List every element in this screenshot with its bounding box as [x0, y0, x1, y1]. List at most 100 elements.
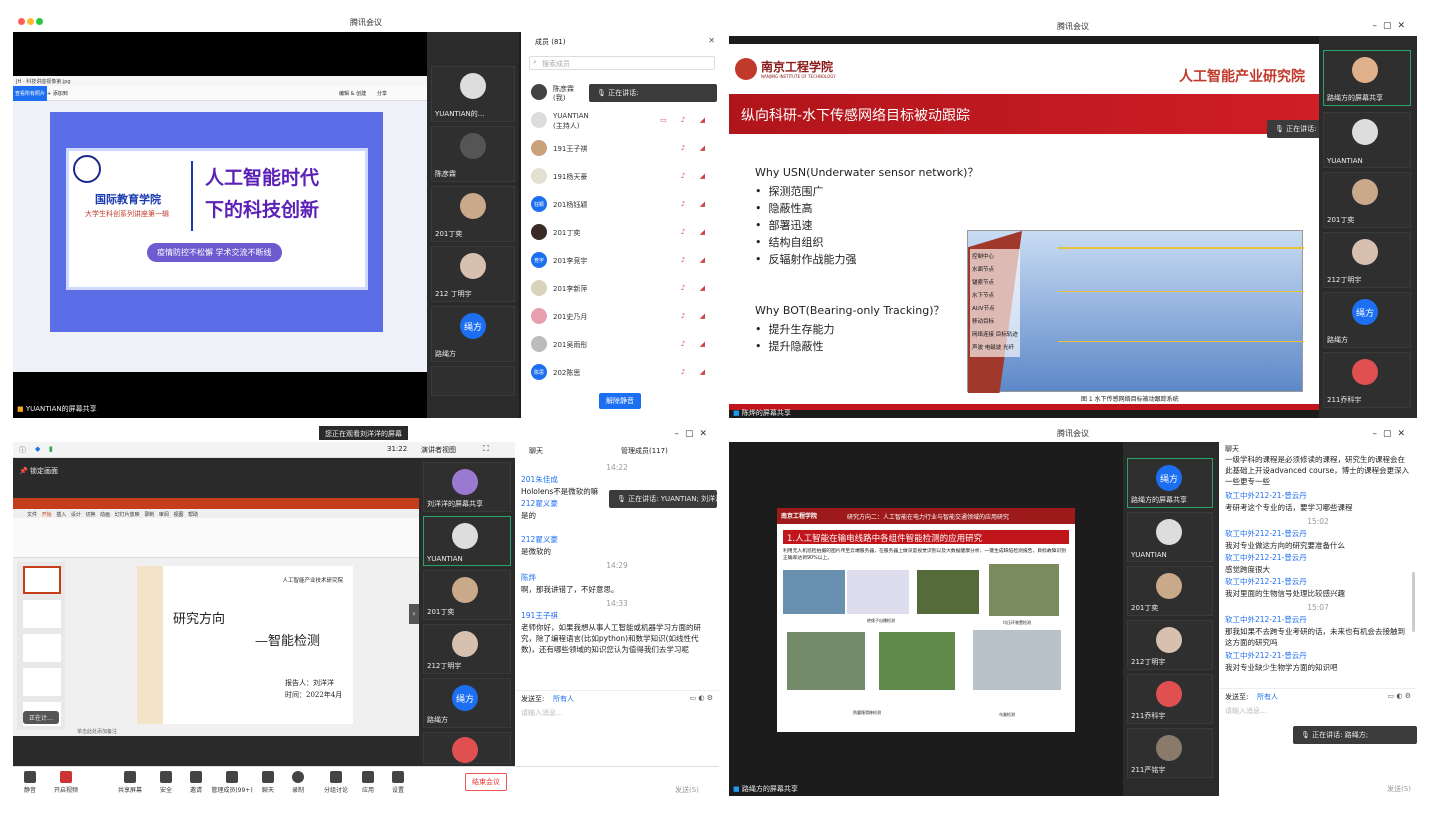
member-row[interactable]: 陈彦霖 (我): [521, 80, 719, 106]
video-tile[interactable]: 绳方 路绳方: [423, 678, 511, 728]
mic-icon[interactable]: ♪ ◢: [681, 284, 711, 292]
video-tile[interactable]: 201丁奕: [1323, 172, 1411, 228]
end-meeting-button[interactable]: 结束会议: [465, 773, 507, 791]
manage-members-button[interactable]: 管理成员(99+): [209, 771, 255, 794]
mic-icon[interactable]: ♪ ◢: [681, 256, 711, 264]
member-row[interactable]: 191杨天豪 ♪ ◢: [521, 164, 719, 190]
members-tab[interactable]: 管理成员(117): [621, 446, 668, 456]
poster-slogan: 疫情防控不松懈 学术交流不断线: [147, 243, 282, 262]
video-tile[interactable]: 211严铭宇: [1127, 728, 1213, 778]
slide-thumb[interactable]: [23, 668, 61, 696]
add-to-button[interactable]: + 添加到: [47, 90, 68, 97]
logo-text: 南京工程学院: [761, 60, 834, 74]
send-button[interactable]: 发送(S): [675, 785, 699, 795]
video-tile[interactable]: 201丁奕: [1127, 566, 1213, 616]
video-tile[interactable]: 212丁明宇: [1127, 620, 1213, 670]
video-tile[interactable]: 212丁明宇: [423, 624, 511, 674]
maximize-icon[interactable]: [36, 18, 43, 25]
mic-icon[interactable]: ♪ ◢: [681, 144, 711, 152]
share-button[interactable]: 分享: [377, 90, 387, 97]
mic-icon[interactable]: ♪ ◢: [681, 172, 711, 180]
chat-button[interactable]: 聊天: [251, 771, 285, 794]
send-target-select[interactable]: 所有人: [553, 694, 574, 704]
mic-icon[interactable]: ♪ ◢: [681, 228, 711, 236]
info-icon[interactable]: ⓘ: [19, 445, 26, 455]
video-tile[interactable]: YUANTIAN: [1323, 112, 1411, 168]
breakout-button[interactable]: 分组讨论: [319, 771, 353, 794]
chat-scrollbar[interactable]: [1412, 572, 1415, 632]
avatar: [531, 224, 547, 240]
video-tile[interactable]: 绳方 路绳方: [1323, 292, 1411, 348]
settings-button[interactable]: 设置: [381, 771, 415, 794]
window-controls[interactable]: –▢✕: [1372, 429, 1411, 439]
video-tile[interactable]: 刘洋洋的屏幕共享: [423, 462, 511, 512]
video-tile[interactable]: 201丁奕: [423, 570, 511, 620]
minimize-icon[interactable]: [27, 18, 34, 25]
video-tile[interactable]: 陈彦霖: [431, 126, 515, 182]
edit-button[interactable]: 编辑 & 创建: [339, 90, 366, 97]
chat-tools-icon[interactable]: ▭ ◐ ⚙: [690, 694, 713, 702]
video-tile[interactable]: YUANTIAN的...: [431, 66, 515, 122]
send-button[interactable]: 发送(S): [1387, 784, 1411, 794]
video-tile[interactable]: 绳方 路绳方的屏幕共享: [1127, 458, 1213, 508]
video-tile[interactable]: YUANTIAN: [1127, 512, 1213, 562]
window-controls[interactable]: –▢✕: [674, 429, 713, 439]
tile-name: 211乔科宇: [1327, 396, 1362, 404]
shield-icon[interactable]: ◆: [35, 445, 40, 453]
member-row[interactable]: 191王子祺 ♪ ◢: [521, 136, 719, 162]
share-screen-button[interactable]: 共享屏幕: [113, 771, 147, 794]
security-button[interactable]: 安全: [149, 771, 183, 794]
ppt-notes[interactable]: 单击此处添加备注: [77, 728, 117, 735]
video-tile[interactable]: 212丁明宇: [1323, 232, 1411, 288]
video-tile[interactable]: 211乔科宇: [1127, 674, 1213, 724]
member-row[interactable]: 陈思 202陈思 ♪ ◢: [521, 360, 719, 386]
member-row[interactable]: 竞宇 201李竞宇 ♪ ◢: [521, 248, 719, 274]
close-icon[interactable]: [18, 18, 25, 25]
unmute-all-button[interactable]: 解除静音: [599, 393, 641, 409]
send-target-select[interactable]: 所有人: [1257, 692, 1278, 702]
signal-icon: ▮: [49, 445, 53, 453]
window-controls[interactable]: –▢✕: [1372, 21, 1411, 31]
record-button[interactable]: 录制: [281, 771, 315, 794]
slide-thumb[interactable]: [23, 634, 61, 662]
video-tile[interactable]: YUANTIAN: [423, 516, 511, 566]
member-row[interactable]: 201吴雨彤 ♪ ◢: [521, 332, 719, 358]
mic-icon[interactable]: ♪ ◢: [681, 368, 711, 376]
member-search[interactable]: ⌕ 搜索成员: [529, 56, 715, 70]
video-tile[interactable]: 201丁奕: [431, 186, 515, 242]
chat-tools-icon[interactable]: ▭ ◐ ⚙: [1388, 692, 1411, 700]
invite-button[interactable]: 邀请: [179, 771, 213, 794]
toolbar-label: 管理成员(99+): [211, 787, 253, 794]
chat-input[interactable]: 请输入消息...: [521, 708, 563, 718]
member-row[interactable]: 钰颖 201杨钰颖 ♪ ◢: [521, 192, 719, 218]
search-input[interactable]: 搜索成员: [542, 59, 570, 69]
slide-thumb[interactable]: [23, 600, 61, 628]
video-tile[interactable]: 212 丁明宇: [431, 246, 515, 302]
view-mode[interactable]: 演讲者视图: [421, 445, 456, 455]
mute-button[interactable]: 静音: [13, 771, 47, 794]
mic-icon[interactable]: ♪ ◢: [681, 340, 711, 348]
member-row[interactable]: 201李新萍 ♪ ◢: [521, 276, 719, 302]
member-row[interactable]: YUANTIAN (主持人) ▭ ♪ ◢: [521, 108, 719, 134]
close-icon[interactable]: ✕: [708, 36, 715, 45]
video-tile[interactable]: 绳方 路绳方: [431, 306, 515, 362]
viewer-tab[interactable]: 查看所有照片: [13, 86, 48, 101]
collapse-icon[interactable]: ›: [409, 604, 419, 624]
mic-icon[interactable]: ♪ ◢: [681, 312, 711, 320]
slide-thumb[interactable]: [23, 566, 61, 594]
video-button[interactable]: 开启视频: [49, 771, 83, 794]
mini-status-bar[interactable]: 正在计...: [23, 711, 59, 724]
chat-input[interactable]: 请输入消息...: [1225, 706, 1267, 716]
video-tile[interactable]: 211乔科宇: [1323, 352, 1411, 408]
mic-icon[interactable]: ♪ ◢: [681, 200, 711, 208]
video-tile[interactable]: 路绳方的屏幕共享: [1323, 50, 1411, 106]
member-row[interactable]: 201史乃月 ♪ ◢: [521, 304, 719, 330]
mic-icon[interactable]: ▭ ♪ ◢: [660, 116, 711, 124]
avatar: [1352, 179, 1378, 205]
apps-button[interactable]: 应用: [351, 771, 385, 794]
fullscreen-icon[interactable]: ⛶: [483, 444, 489, 454]
lock-view-button[interactable]: 📌 锁定画面: [19, 466, 58, 476]
video-tile[interactable]: [431, 366, 515, 396]
member-row[interactable]: 201丁奕 ♪ ◢: [521, 220, 719, 246]
video-tile[interactable]: [423, 732, 511, 764]
